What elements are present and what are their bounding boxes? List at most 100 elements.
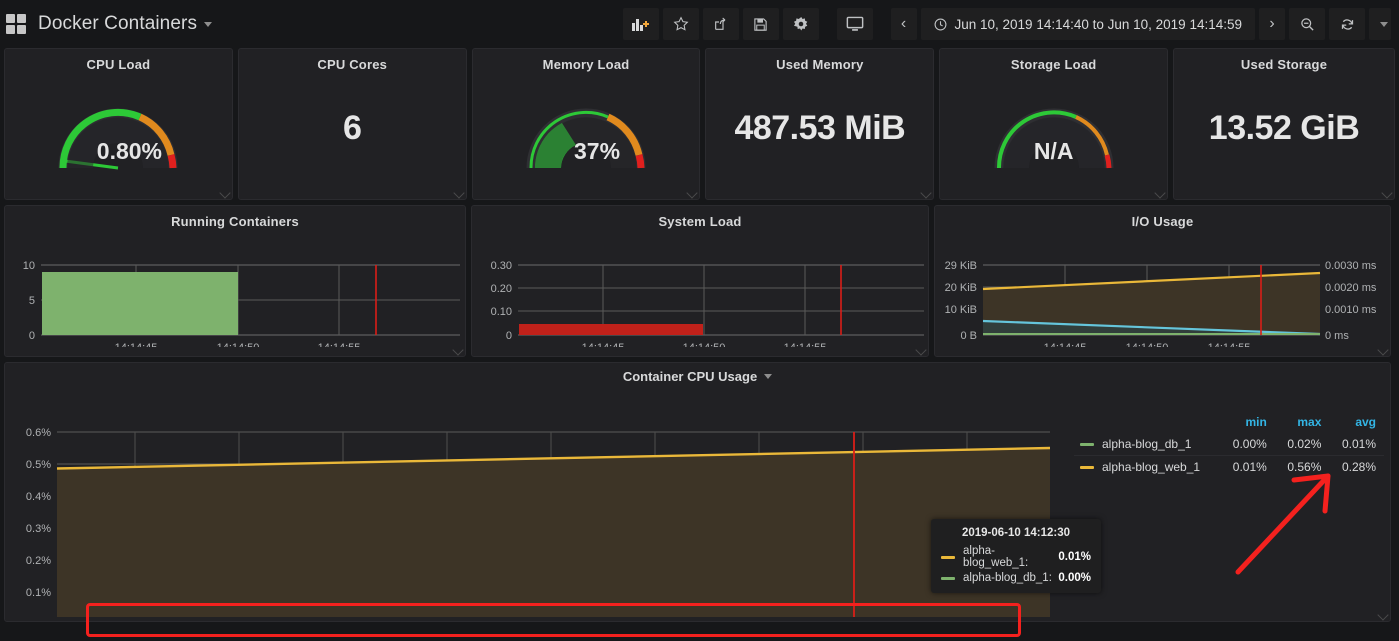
legend-series-header: [1074, 415, 1220, 433]
x-tick: 14:14:46: [322, 621, 365, 622]
gauge-cpu-load: 0.80%: [5, 72, 232, 184]
chevron-down-icon[interactable]: [764, 373, 773, 379]
time-next-button[interactable]: ›: [1259, 8, 1285, 40]
dashboard-row-2: Running Containers 10 5 0 14:14:45 14:14…: [4, 205, 1395, 357]
legend-col-avg[interactable]: avg: [1329, 415, 1384, 433]
dashboard-row-3: Container CPU Usage 0.6% 0.5% 0.4% 0.3% …: [4, 362, 1395, 622]
series-color-swatch: [1080, 466, 1094, 470]
chevron-down-icon: [1379, 21, 1388, 27]
time-range-label: Jun 10, 2019 14:14:40 to Jun 10, 2019 14…: [954, 16, 1243, 32]
chart-tooltip: 2019-06-10 14:12:30 alpha-blog_web_1: 0.…: [931, 519, 1101, 593]
legend-min-value: 0.01%: [1232, 460, 1267, 474]
panel-memory-load[interactable]: Memory Load 37%: [471, 48, 701, 200]
stat-value: 487.53 MiB: [734, 108, 906, 147]
panel-resize-handle[interactable]: [452, 187, 465, 199]
legend-row[interactable]: alpha-blog_db_1 0.00% 0.02% 0.01%: [1074, 433, 1384, 456]
y-tick: 0.4%: [26, 491, 51, 503]
time-range-picker[interactable]: Jun 10, 2019 14:14:40 to Jun 10, 2019 14…: [920, 8, 1255, 40]
share-icon: [714, 17, 725, 30]
panel-used-memory[interactable]: Used Memory 487.53 MiB: [705, 48, 935, 200]
y2-tick: 0 ms: [1325, 330, 1349, 342]
y-tick: 20 KiB: [945, 282, 977, 294]
legend-col-max[interactable]: max: [1275, 415, 1330, 433]
gauge-value: 0.80%: [96, 138, 163, 164]
panel-resize-handle[interactable]: [1381, 187, 1393, 199]
y-tick: 0.3%: [26, 523, 51, 535]
tv-mode-button[interactable]: [836, 8, 873, 40]
settings-button[interactable]: [782, 8, 819, 40]
panel-used-storage[interactable]: Used Storage 13.52 GiB: [1173, 48, 1395, 200]
x-tick: 14:14:55: [318, 342, 361, 347]
tooltip-row: alpha-blog_db_1: 0.00%: [941, 572, 1091, 584]
legend-max-value: 0.02%: [1274, 433, 1330, 456]
panel-storage-load[interactable]: Storage Load N/A: [939, 48, 1169, 200]
gauge-arc: [994, 108, 1114, 169]
gauge-arc: [58, 108, 178, 170]
time-prev-button[interactable]: ‹: [890, 8, 917, 40]
bar-running-containers: [42, 272, 238, 335]
share-button[interactable]: [702, 8, 739, 40]
panel-title: Container CPU Usage: [622, 368, 758, 384]
panel-resize-handle[interactable]: [1154, 187, 1166, 199]
panel-title: Used Memory: [776, 57, 864, 72]
tooltip-series-label: alpha-blog_db_1:: [963, 572, 1052, 584]
y-tick: 0 B: [960, 330, 977, 342]
tooltip-series-value: 0.01%: [1058, 551, 1091, 563]
save-button[interactable]: [742, 8, 779, 40]
tooltip-row: alpha-blog_web_1: 0.01%: [941, 545, 1091, 569]
panel-cpu-cores[interactable]: CPU Cores 6: [237, 48, 467, 200]
legend-row[interactable]: alpha-blog_web_1 0.01% 0.56% 0.28%: [1074, 456, 1384, 479]
gauge-value: N/A: [1033, 138, 1074, 164]
panel-running-containers[interactable]: Running Containers 10 5 0 14:14:45 14:14…: [4, 205, 466, 357]
star-button[interactable]: [662, 8, 699, 40]
refresh-button[interactable]: [1329, 8, 1365, 40]
x-tick: 14:14:58: [946, 621, 989, 622]
stat-cpu-cores: 6: [239, 72, 466, 184]
panel-header[interactable]: Container CPU Usage: [5, 363, 1390, 389]
y2-tick: 0.0030 ms: [1325, 260, 1377, 272]
panel-system-load[interactable]: System Load 0.30 0.20 0.10 0 14:14:45 14…: [471, 205, 929, 357]
legend-series-web[interactable]: alpha-blog_web_1: [1074, 456, 1220, 479]
series-color-swatch: [941, 555, 955, 559]
panel-container-cpu-usage[interactable]: Container CPU Usage 0.6% 0.5% 0.4% 0.3% …: [4, 362, 1391, 622]
legend-series-db[interactable]: alpha-blog_db_1: [1074, 433, 1221, 456]
panel-title: System Load: [658, 214, 742, 229]
x-tick: 14:14:52: [634, 621, 677, 622]
legend-max-value: 0.56%: [1287, 460, 1322, 474]
add-panel-button[interactable]: [622, 8, 659, 40]
panel-io-usage[interactable]: I/O Usage 29 KiB 20 KiB 10 KiB 0 B 0.003…: [934, 205, 1391, 357]
legend-min-value: 0.00%: [1220, 433, 1275, 456]
panel-resize-handle[interactable]: [219, 187, 231, 199]
legend-series-label: alpha-blog_web_1: [1102, 460, 1201, 474]
panel-title: Memory Load: [542, 57, 630, 72]
chart-legend: min max avg alpha-blog_db_1 0.00% 0.02% …: [1050, 389, 1390, 617]
panel-title: Used Storage: [1240, 57, 1328, 72]
y-tick: 0.2%: [26, 555, 51, 567]
refresh-interval-dropdown[interactable]: [1369, 8, 1391, 40]
panel-cpu-load[interactable]: CPU Load 0.80%: [4, 48, 233, 200]
panel-title: I/O Usage: [1131, 214, 1194, 229]
zoom-out-button[interactable]: [1289, 8, 1325, 40]
y2-tick: 0.0020 ms: [1325, 282, 1377, 294]
legend-header-row: min max avg: [1074, 415, 1384, 433]
tooltip-series-value: 0.00%: [1058, 572, 1091, 584]
panel-resize-handle[interactable]: [920, 187, 932, 199]
legend-col-min[interactable]: min: [1220, 415, 1275, 433]
x-tick: 14:14:45: [1044, 342, 1087, 347]
x-tick: 14:14:50: [683, 342, 726, 347]
page-title[interactable]: Docker Containers: [38, 13, 197, 35]
save-icon: [754, 17, 767, 31]
x-tick: 14:14:45: [582, 342, 625, 347]
panel-resize-handle[interactable]: [686, 187, 699, 199]
grid-icon[interactable]: [6, 14, 26, 34]
clock-icon: [934, 18, 946, 30]
x-tick: 14:14:42: [114, 621, 157, 622]
panel-title: Storage Load: [1010, 57, 1097, 72]
chart-system-load: 0.30 0.20 0.10 0 14:14:45 14:14:50 14:14…: [491, 260, 924, 347]
tooltip-timestamp: 2019-06-10 14:12:30: [961, 527, 1071, 539]
chevron-down-icon[interactable]: [204, 21, 213, 27]
y-tick: 0: [506, 330, 512, 342]
stat-value: 13.52 GiB: [1208, 108, 1360, 147]
gauge-memory-load: 37%: [473, 72, 700, 184]
top-navbar: Docker Containers ‹ Jun 10, 2019 14:14:4…: [0, 0, 1399, 48]
